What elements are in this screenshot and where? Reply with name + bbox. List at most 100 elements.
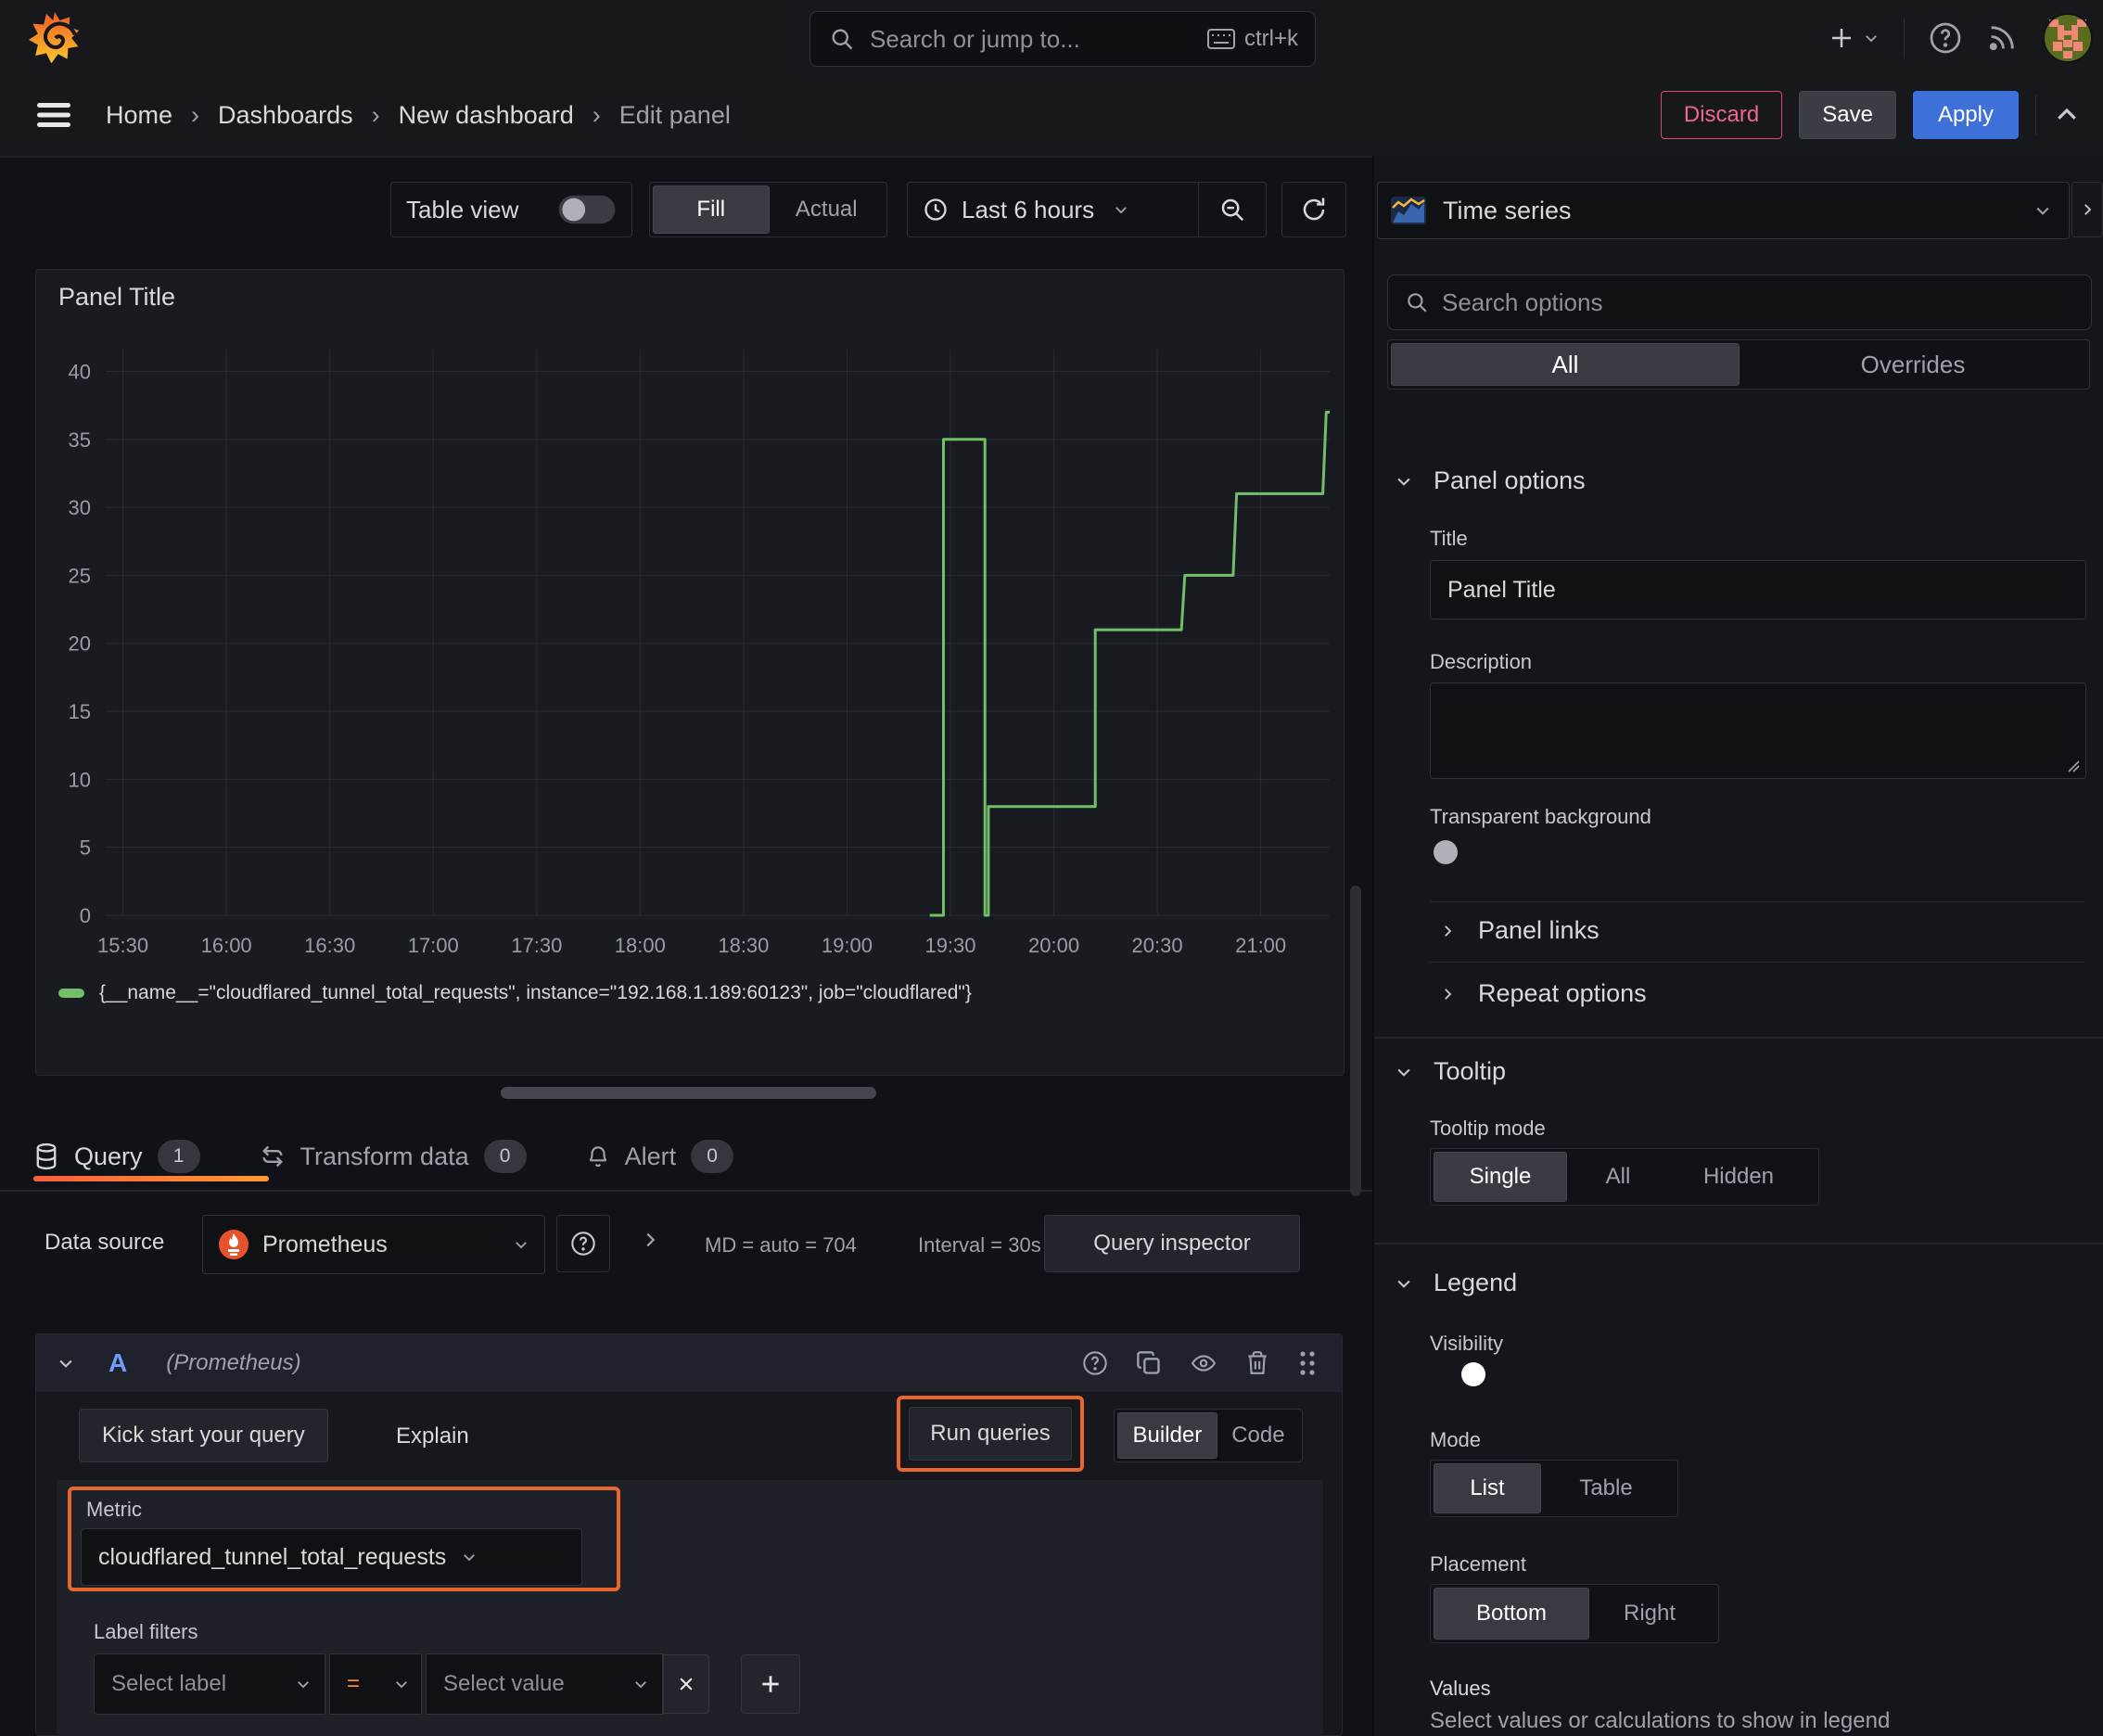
description-label: Description bbox=[1430, 650, 1533, 673]
title-label: Title bbox=[1430, 527, 1468, 550]
legend-title: Legend bbox=[1434, 1269, 1518, 1296]
legend-swatch[interactable] bbox=[58, 989, 84, 998]
search-shortcut: ctrl+k bbox=[1243, 26, 1298, 51]
scrollbar-thumb[interactable] bbox=[1350, 886, 1361, 1196]
datasource-help-button[interactable] bbox=[556, 1215, 610, 1272]
description-textarea[interactable] bbox=[1430, 683, 2086, 779]
legend-mode-segmented: List Table bbox=[1430, 1460, 1678, 1517]
add-filter-button[interactable] bbox=[741, 1654, 800, 1714]
panel-options-header[interactable]: Panel options bbox=[1395, 466, 1586, 495]
query-row-header[interactable]: A (Prometheus) bbox=[36, 1334, 1342, 1392]
chevron-up-icon[interactable] bbox=[2053, 101, 2081, 129]
run-queries-highlight: Run queries bbox=[897, 1396, 1084, 1472]
global-search[interactable]: Search or jump to... ctrl+k bbox=[809, 11, 1316, 67]
chevron-down-icon bbox=[632, 1676, 649, 1692]
legend-placement-right[interactable]: Right bbox=[1589, 1588, 1710, 1640]
trash-icon[interactable] bbox=[1245, 1350, 1269, 1376]
query-options-chevron-icon[interactable] bbox=[640, 1230, 660, 1250]
transform-icon bbox=[260, 1143, 286, 1169]
news-icon[interactable] bbox=[1986, 22, 2018, 54]
menu-icon[interactable] bbox=[35, 100, 72, 130]
zoom-out-icon[interactable] bbox=[1199, 183, 1266, 236]
breadcrumb-new-dashboard[interactable]: New dashboard bbox=[399, 101, 574, 130]
tooltip-mode-segmented: Single All Hidden bbox=[1430, 1148, 1819, 1206]
save-button[interactable]: Save bbox=[1799, 91, 1896, 139]
interval-info: Interval = 30s bbox=[918, 1233, 1041, 1257]
discard-button[interactable]: Discard bbox=[1660, 91, 1783, 139]
run-queries-button[interactable]: Run queries bbox=[909, 1407, 1072, 1461]
svg-text:18:30: 18:30 bbox=[718, 934, 769, 957]
refresh-button[interactable] bbox=[1281, 182, 1346, 237]
plus-icon bbox=[758, 1672, 783, 1696]
operator-dropdown[interactable]: = bbox=[329, 1653, 422, 1715]
builder-option[interactable]: Builder bbox=[1117, 1412, 1217, 1459]
repeat-options-header[interactable]: Repeat options bbox=[1439, 979, 1647, 1008]
tab-query-count: 1 bbox=[157, 1140, 200, 1173]
search-options-input[interactable]: Search options bbox=[1387, 274, 2092, 330]
select-value-dropdown[interactable]: Select value bbox=[426, 1653, 663, 1715]
table-view-toggle[interactable] bbox=[558, 195, 616, 224]
grafana-logo[interactable] bbox=[28, 10, 82, 66]
svg-text:40: 40 bbox=[69, 360, 91, 383]
collapse-chevron-icon[interactable] bbox=[57, 1354, 75, 1372]
actual-option[interactable]: Actual bbox=[770, 185, 885, 234]
datasource-name: Prometheus bbox=[262, 1231, 388, 1257]
eye-icon[interactable] bbox=[1190, 1351, 1217, 1375]
apply-button[interactable]: Apply bbox=[1912, 91, 2019, 139]
help-icon[interactable] bbox=[1929, 21, 1962, 55]
panel-links-title: Panel links bbox=[1478, 916, 1600, 944]
code-option[interactable]: Code bbox=[1217, 1412, 1299, 1459]
search-placeholder: Search or jump to... bbox=[870, 24, 1080, 53]
query-inspector-button[interactable]: Query inspector bbox=[1044, 1215, 1300, 1272]
time-series-chart[interactable]: 0 5 10 15 20 25 30 35 40 15:30 16:00 16:30 17:00 17:3… bbox=[36, 322, 1344, 971]
panel-resize-handle[interactable] bbox=[501, 1087, 876, 1099]
new-button[interactable] bbox=[1828, 24, 1880, 52]
metric-select[interactable]: cloudflared_tunnel_total_requests bbox=[81, 1528, 582, 1586]
legend-values-label: Values bbox=[1430, 1677, 1491, 1700]
help-icon bbox=[570, 1231, 596, 1257]
chevron-down-icon bbox=[295, 1676, 312, 1692]
legend-placement-bottom[interactable]: Bottom bbox=[1434, 1588, 1589, 1640]
keyboard-icon bbox=[1206, 29, 1235, 49]
chevron-down-icon bbox=[513, 1236, 529, 1253]
breadcrumb-dashboards[interactable]: Dashboards bbox=[218, 101, 353, 130]
breadcrumb-home[interactable]: Home bbox=[106, 101, 172, 130]
builder-code-segmented: Builder Code bbox=[1114, 1409, 1303, 1462]
legend-series-name[interactable]: {__name__="cloudflared_tunnel_total_requ… bbox=[99, 982, 972, 1004]
fill-option[interactable]: Fill bbox=[653, 185, 770, 234]
tab-overrides[interactable]: Overrides bbox=[1740, 343, 2086, 386]
tooltip-header[interactable]: Tooltip bbox=[1395, 1057, 1506, 1086]
panel-links-header[interactable]: Panel links bbox=[1439, 916, 1600, 945]
tooltip-mode-single[interactable]: Single bbox=[1434, 1152, 1567, 1202]
avatar[interactable] bbox=[2042, 12, 2094, 64]
metric-label: Metric bbox=[86, 1498, 142, 1521]
legend-header[interactable]: Legend bbox=[1395, 1269, 1517, 1297]
datasource-picker[interactable]: Prometheus bbox=[202, 1215, 545, 1274]
kick-start-query-button[interactable]: Kick start your query bbox=[79, 1409, 328, 1462]
legend-mode-table[interactable]: Table bbox=[1541, 1463, 1671, 1513]
legend-mode-list[interactable]: List bbox=[1434, 1463, 1541, 1513]
tab-transform-data[interactable]: Transform data 0 bbox=[260, 1140, 527, 1173]
collapse-pane-button[interactable] bbox=[2071, 182, 2103, 237]
help-icon[interactable] bbox=[1082, 1350, 1108, 1376]
tooltip-mode-hidden[interactable]: Hidden bbox=[1669, 1152, 1808, 1202]
duplicate-icon[interactable] bbox=[1136, 1350, 1162, 1376]
tooltip-mode-all[interactable]: All bbox=[1567, 1152, 1669, 1202]
breadcrumb: Home › Dashboards › New dashboard › Edit… bbox=[106, 76, 731, 154]
visualization-label: Time series bbox=[1443, 196, 1572, 224]
time-range-picker[interactable]: Last 6 hours bbox=[908, 196, 1198, 224]
select-label-dropdown[interactable]: Select label bbox=[94, 1653, 325, 1715]
visualization-picker[interactable]: Time series bbox=[1377, 182, 2070, 239]
legend-mode-label: Mode bbox=[1430, 1428, 1482, 1451]
remove-filter-button[interactable] bbox=[663, 1654, 709, 1714]
panel-options-title: Panel options bbox=[1434, 466, 1586, 494]
label-filter-row: Select label = Select value bbox=[94, 1653, 800, 1715]
database-icon bbox=[33, 1142, 59, 1170]
datasource-label: Data source bbox=[45, 1230, 165, 1255]
legend-placement-label: Placement bbox=[1430, 1552, 1526, 1576]
drag-handle-icon[interactable] bbox=[1297, 1349, 1318, 1377]
tab-all[interactable]: All bbox=[1391, 343, 1740, 386]
tab-alert[interactable]: Alert 0 bbox=[586, 1140, 734, 1173]
panel-title-input[interactable]: Panel Title bbox=[1430, 560, 2086, 619]
tab-query[interactable]: Query 1 bbox=[33, 1140, 200, 1173]
